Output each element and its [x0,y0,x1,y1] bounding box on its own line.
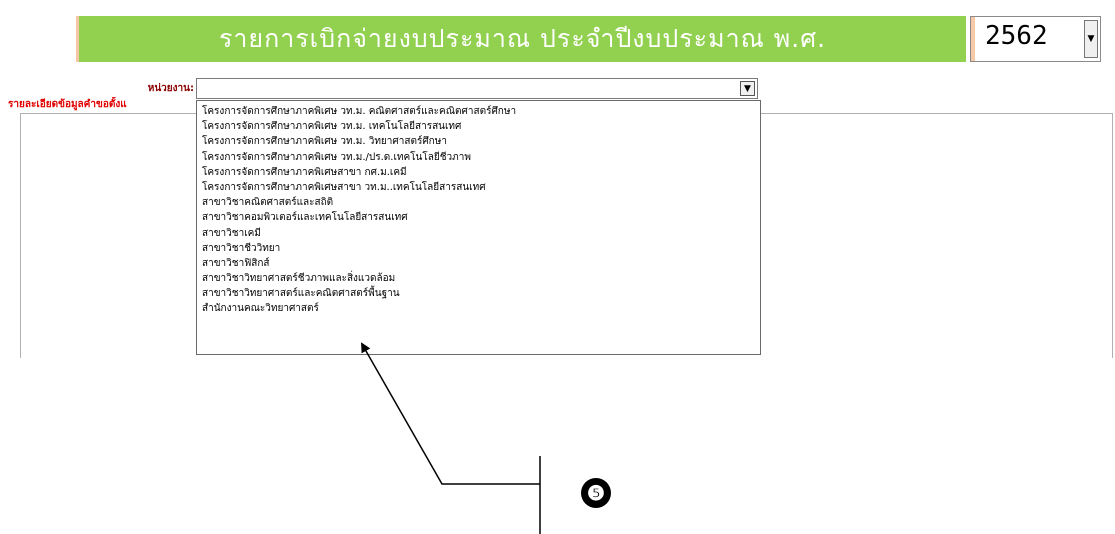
callout-number: ❺ [581,478,611,508]
callout-arrow [361,342,541,534]
callout-pointer-line [361,342,540,485]
